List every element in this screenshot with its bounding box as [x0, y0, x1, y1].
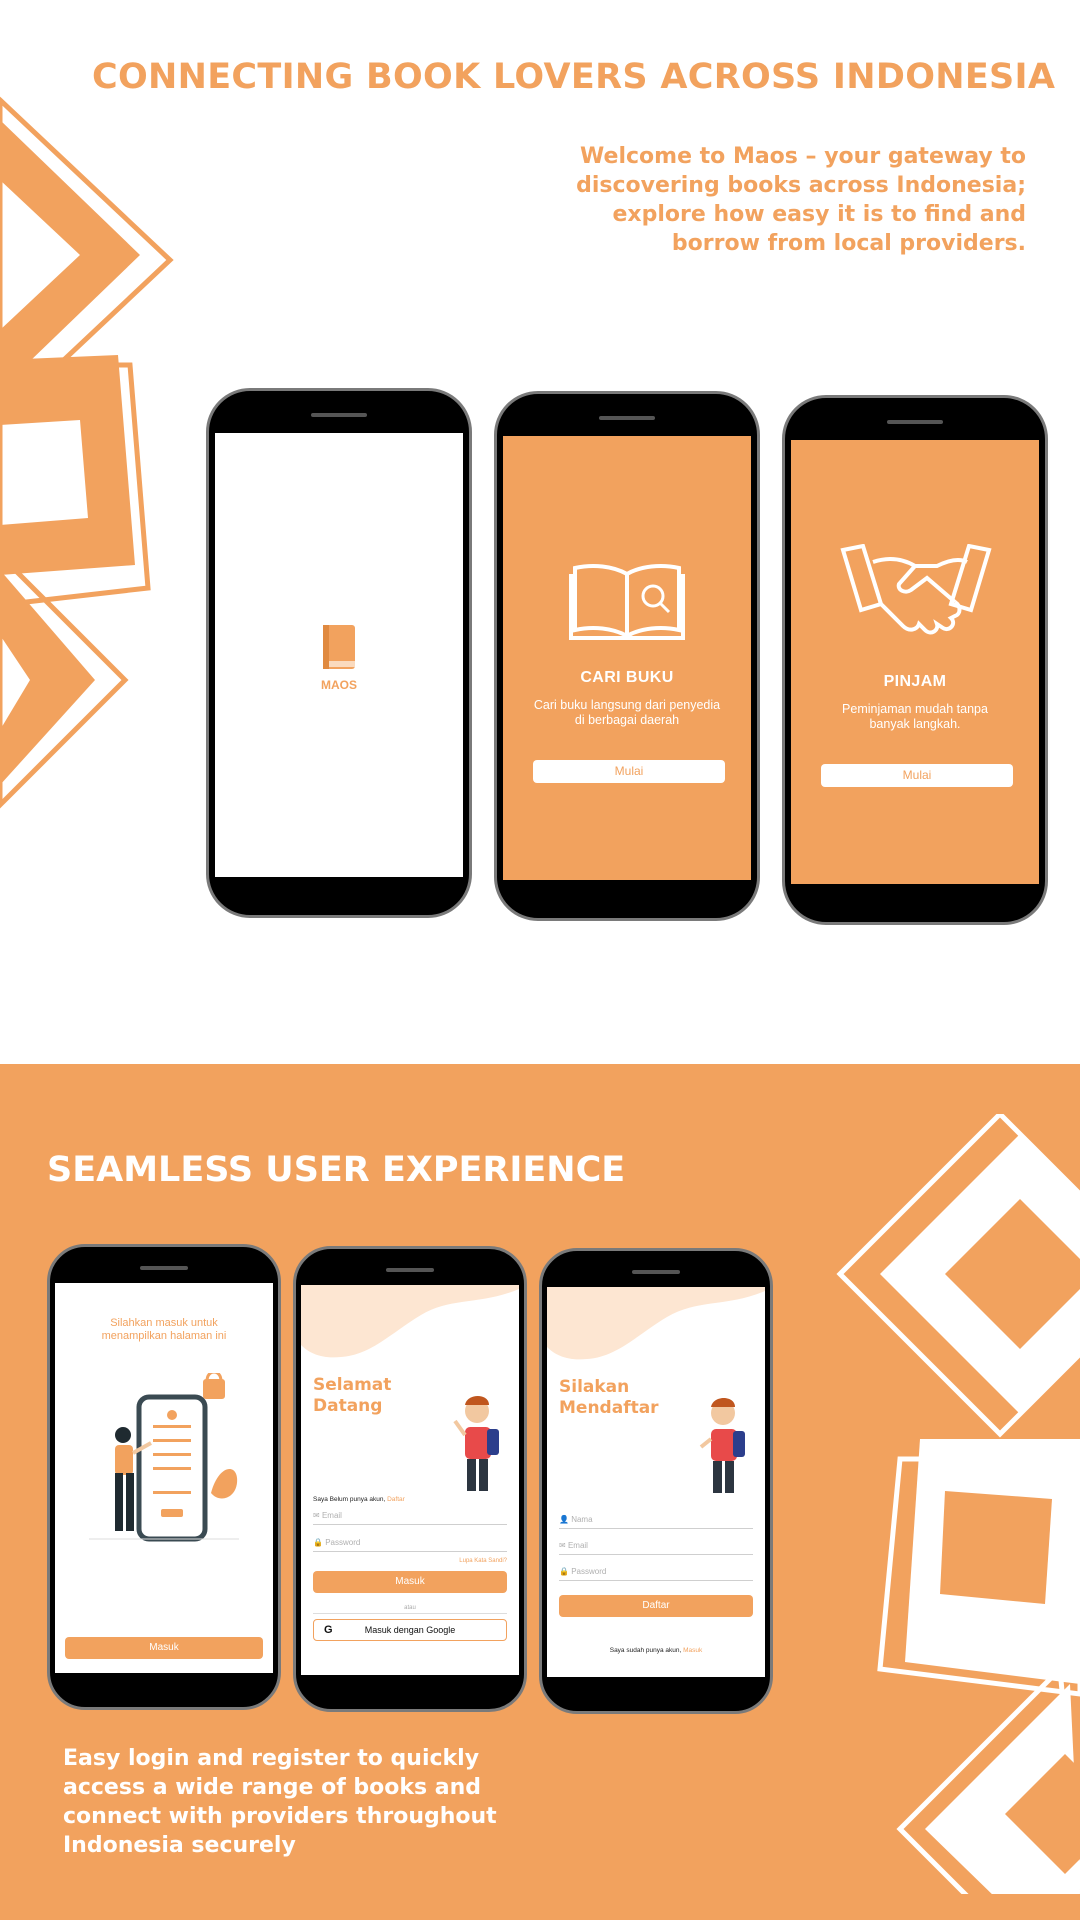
intro-line: explore how easy it is to find and — [612, 202, 1027, 227]
desc-line: di berbagai daerah — [574, 713, 680, 727]
email-placeholder: Email — [567, 1541, 588, 1550]
google-icon: G — [324, 1624, 333, 1636]
wave-decoration — [547, 1287, 765, 1360]
section-headline: SEAMLESS USER EXPERIENCE — [47, 1150, 626, 1190]
phone-login: Selamat Datang Saya Belum punya akun, Da… — [293, 1246, 527, 1712]
register-screen: Silakan Mendaftar 👤 Nama ✉ Email 🔒 Passw… — [547, 1287, 765, 1677]
desc-line: Cari buku langsung dari penyedia — [533, 698, 721, 712]
handshake-icon — [840, 544, 992, 635]
name-placeholder: Nama — [571, 1515, 593, 1524]
paragraph-line: Indonesia securely — [63, 1833, 296, 1858]
intro-paragraph: Welcome to Maos – your gateway to discov… — [506, 142, 1026, 258]
masuk-button[interactable]: Masuk — [65, 1637, 263, 1659]
name-field[interactable]: 👤 Nama — [559, 1515, 753, 1529]
phone-speaker — [386, 1268, 434, 1272]
message-line: menampilkan halaman ini — [101, 1330, 227, 1342]
bottom-section: SEAMLESS USER EXPERIENCE Silahkan masuk … — [0, 1064, 1080, 1920]
hero-line: Silakan — [559, 1377, 630, 1397]
intro-line: Welcome to Maos – your gateway to — [580, 144, 1026, 169]
email-field[interactable]: ✉ Email — [313, 1511, 507, 1525]
mulai-button[interactable]: Mulai — [533, 760, 725, 783]
have-account-text: Saya sudah punya akun, Masuk — [547, 1647, 765, 1654]
phone-speaker — [599, 416, 655, 420]
boy-illustration — [699, 1398, 745, 1493]
splash-screen: MAOS — [215, 433, 463, 877]
hero-line: Datang — [313, 1396, 383, 1416]
logo-text: MAOS — [321, 678, 357, 692]
password-field[interactable]: 🔒 Password — [559, 1567, 753, 1581]
cari-buku-desc: Cari buku langsung dari penyedia di berb… — [503, 698, 751, 728]
mulai-button[interactable]: Mulai — [821, 764, 1013, 787]
decorative-shapes-left — [0, 96, 174, 809]
password-field[interactable]: 🔒 Password — [313, 1538, 507, 1552]
section-paragraph: Easy login and register to quickly acces… — [63, 1744, 497, 1860]
email-placeholder: Email — [321, 1511, 342, 1520]
hero-line: Selamat — [313, 1375, 392, 1395]
daftar-button[interactable]: Daftar — [559, 1595, 753, 1617]
email-field[interactable]: ✉ Email — [559, 1541, 753, 1555]
register-hero: Silakan Mendaftar — [559, 1377, 659, 1419]
decorative-shapes-right — [836, 1114, 1080, 1894]
no-account-label: Saya Belum punya akun, — [313, 1496, 386, 1503]
masuk-submit-button[interactable]: Masuk — [313, 1571, 507, 1593]
hero-line: Mendaftar — [559, 1398, 659, 1418]
google-button-label: Masuk dengan Google — [364, 1625, 456, 1635]
phone-speaker — [887, 420, 943, 424]
pinjam-screen: PINJAM Peminjaman mudah tanpa banyak lan… — [791, 440, 1039, 884]
phone-cari-buku: CARI BUKU Cari buku langsung dari penyed… — [494, 391, 760, 921]
pinjam-title: PINJAM — [883, 673, 947, 690]
paragraph-line: Easy login and register to quickly — [63, 1746, 480, 1771]
google-login-button[interactable]: G Masuk dengan Google — [313, 1619, 507, 1641]
login-illustration — [89, 1373, 239, 1542]
intro-line: discovering books across Indonesia; — [576, 173, 1026, 198]
phone-speaker — [140, 1266, 188, 1270]
login-link[interactable]: Masuk — [683, 1647, 702, 1654]
login-prompt-screen: Silahkan masuk untuk menampilkan halaman… — [55, 1283, 273, 1673]
cari-buku-screen: CARI BUKU Cari buku langsung dari penyed… — [503, 436, 751, 880]
phone-splash: MAOS — [206, 388, 472, 918]
or-divider: atau — [404, 1605, 416, 1611]
paragraph-line: access a wide range of books and — [63, 1775, 482, 1800]
pinjam-desc: Peminjaman mudah tanpa banyak langkah. — [791, 702, 1039, 732]
password-placeholder: Password — [571, 1567, 607, 1576]
divider-line — [313, 1613, 507, 1614]
phone-pinjam: PINJAM Peminjaman mudah tanpa banyak lan… — [782, 395, 1048, 925]
phone-speaker — [311, 413, 367, 417]
login-prompt-message: Silahkan masuk untuk menampilkan halaman… — [55, 1317, 273, 1343]
login-hero: Selamat Datang — [313, 1375, 391, 1417]
boy-illustration — [453, 1396, 499, 1491]
have-account-label: Saya sudah punya akun, — [609, 1647, 682, 1654]
desc-line: banyak langkah. — [869, 717, 961, 731]
top-section: CONNECTING BOOK LOVERS ACROSS INDONESIA … — [0, 0, 1080, 1064]
login-screen: Selamat Datang Saya Belum punya akun, Da… — [301, 1285, 519, 1675]
forgot-password-link[interactable]: Lupa Kata Sandi? — [459, 1558, 507, 1564]
book-logo-icon — [323, 625, 355, 669]
message-line: Silahkan masuk untuk — [110, 1317, 218, 1329]
intro-line: borrow from local providers. — [671, 231, 1026, 256]
phone-speaker — [632, 1270, 680, 1274]
paragraph-line: connect with providers throughout — [63, 1804, 497, 1829]
no-account-text: Saya Belum punya akun, Daftar — [313, 1496, 405, 1503]
open-book-search-icon — [569, 564, 685, 640]
desc-line: Peminjaman mudah tanpa — [842, 702, 988, 716]
cari-buku-title: CARI BUKU — [580, 669, 674, 686]
phone-login-prompt: Silahkan masuk untuk menampilkan halaman… — [47, 1244, 281, 1710]
wave-decoration — [301, 1285, 519, 1358]
password-placeholder: Password — [325, 1538, 361, 1547]
register-link[interactable]: Daftar — [387, 1496, 405, 1503]
page-headline: CONNECTING BOOK LOVERS ACROSS INDONESIA — [92, 57, 1056, 97]
phone-register: Silakan Mendaftar 👤 Nama ✉ Email 🔒 Passw… — [539, 1248, 773, 1714]
